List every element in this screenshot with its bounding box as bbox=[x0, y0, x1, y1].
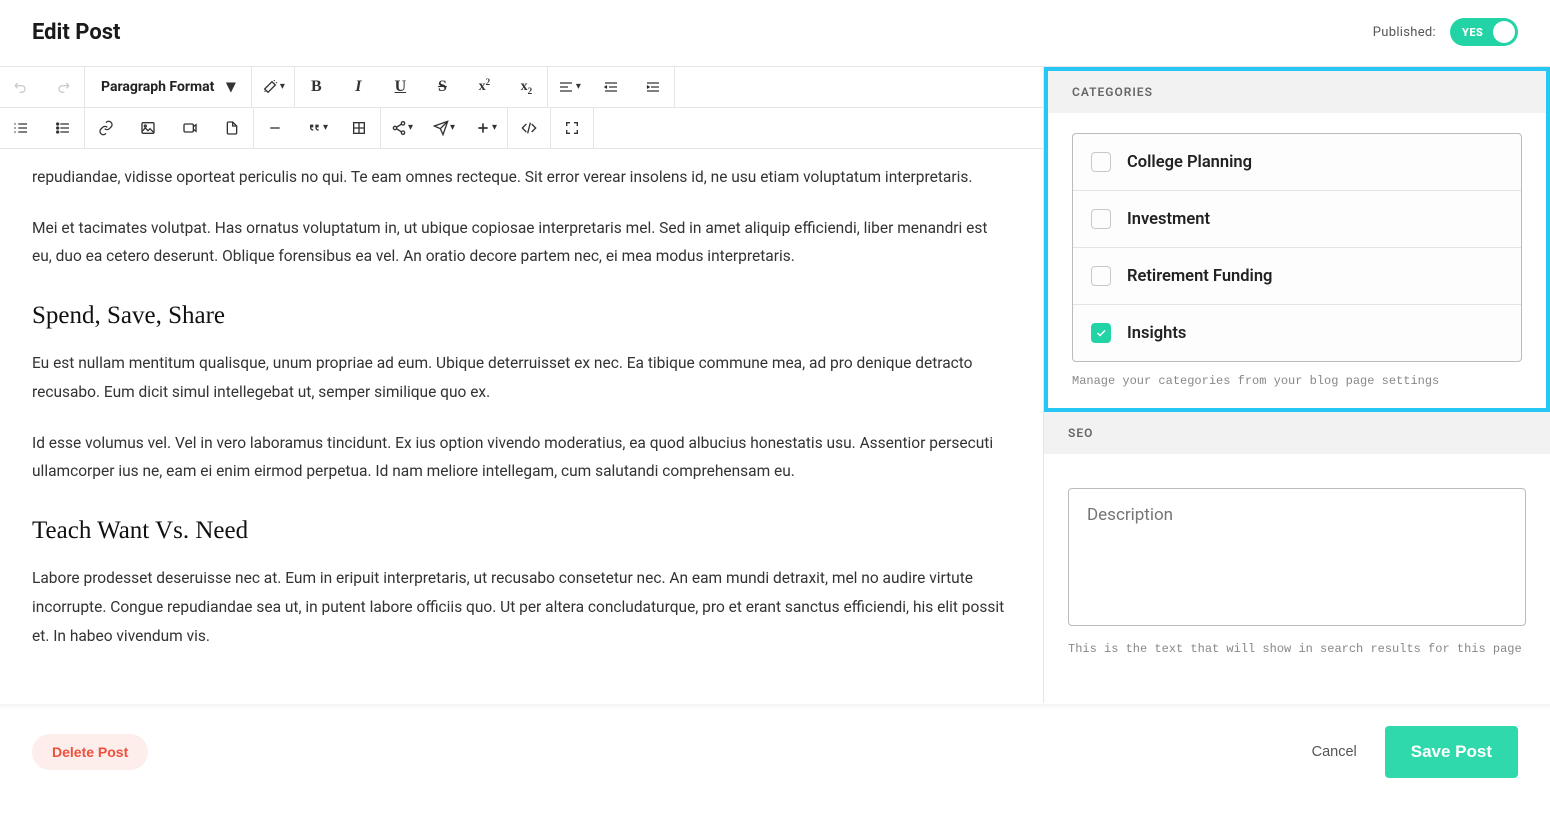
chevron-down-icon: ▾ bbox=[226, 78, 235, 96]
published-label: Published: bbox=[1373, 25, 1436, 40]
categories-header: CATEGORIES bbox=[1048, 71, 1546, 113]
toolbar: Paragraph Format ▾ ▾ B I U S x2 x2 ▾ bbox=[0, 67, 1043, 149]
delete-post-button[interactable]: Delete Post bbox=[32, 734, 148, 770]
code-view-button[interactable] bbox=[508, 108, 550, 148]
redo-button[interactable] bbox=[42, 67, 84, 107]
hr-button[interactable] bbox=[254, 108, 296, 148]
heading: Spend, Save, Share bbox=[32, 293, 1011, 339]
header: Edit Post Published: YES bbox=[0, 0, 1550, 67]
seo-helper: This is the text that will show in searc… bbox=[1068, 642, 1526, 656]
categories-section: CATEGORIES College Planning Investment R… bbox=[1044, 67, 1550, 412]
category-label: Insights bbox=[1127, 324, 1186, 343]
toggle-yes-label: YES bbox=[1462, 26, 1483, 39]
underline-button[interactable]: U bbox=[379, 67, 421, 107]
category-item-college-planning[interactable]: College Planning bbox=[1073, 134, 1521, 191]
image-button[interactable] bbox=[127, 108, 169, 148]
paragraph-format-label: Paragraph Format bbox=[101, 79, 214, 95]
ordered-list-button[interactable] bbox=[0, 108, 42, 148]
category-label: Investment bbox=[1127, 210, 1210, 229]
paragraph: repudiandae, vidisse oporteat periculis … bbox=[32, 163, 1011, 192]
category-label: Retirement Funding bbox=[1127, 267, 1272, 286]
unordered-list-button[interactable] bbox=[42, 108, 84, 148]
send-button[interactable]: ▾ bbox=[423, 108, 465, 148]
link-button[interactable] bbox=[85, 108, 127, 148]
side-pane: CATEGORIES College Planning Investment R… bbox=[1044, 67, 1550, 703]
magic-button[interactable]: ▾ bbox=[252, 67, 294, 107]
footer: Delete Post Cancel Save Post bbox=[0, 703, 1550, 800]
seo-header: SEO bbox=[1044, 412, 1550, 454]
insert-button[interactable]: ▾ bbox=[465, 108, 507, 148]
seo-section: SEO This is the text that will show in s… bbox=[1044, 412, 1550, 676]
checkbox-icon bbox=[1091, 209, 1111, 229]
italic-button[interactable]: I bbox=[337, 67, 379, 107]
checkbox-icon bbox=[1091, 152, 1111, 172]
strike-button[interactable]: S bbox=[421, 67, 463, 107]
categories-list: College Planning Investment Retirement F… bbox=[1072, 133, 1522, 362]
heading: Teach Want Vs. Need bbox=[32, 508, 1011, 554]
editor-pane: Paragraph Format ▾ ▾ B I U S x2 x2 ▾ bbox=[0, 67, 1044, 703]
category-item-retirement-funding[interactable]: Retirement Funding bbox=[1073, 248, 1521, 305]
toolbar-row-2: ▾ ▾ ▾ ▾ bbox=[0, 107, 1043, 148]
category-label: College Planning bbox=[1127, 153, 1252, 172]
category-item-investment[interactable]: Investment bbox=[1073, 191, 1521, 248]
align-button[interactable]: ▾ bbox=[548, 67, 590, 107]
page-title: Edit Post bbox=[32, 20, 121, 45]
undo-button[interactable] bbox=[0, 67, 42, 107]
paragraph: Eu est nullam mentitum qualisque, unum p… bbox=[32, 349, 1011, 406]
category-item-insights[interactable]: Insights bbox=[1073, 305, 1521, 361]
file-button[interactable] bbox=[211, 108, 253, 148]
toolbar-row-1: Paragraph Format ▾ ▾ B I U S x2 x2 ▾ bbox=[0, 67, 1043, 107]
outdent-button[interactable] bbox=[590, 67, 632, 107]
checkbox-checked-icon bbox=[1091, 323, 1111, 343]
seo-description-input[interactable] bbox=[1068, 488, 1526, 626]
checkbox-icon bbox=[1091, 266, 1111, 286]
table-button[interactable] bbox=[338, 108, 380, 148]
share-button[interactable]: ▾ bbox=[381, 108, 423, 148]
quote-button[interactable]: ▾ bbox=[296, 108, 338, 148]
fullscreen-button[interactable] bbox=[551, 108, 593, 148]
subscript-button[interactable]: x2 bbox=[505, 67, 547, 107]
paragraph: Mei et tacimates volutpat. Has ornatus v… bbox=[32, 214, 1011, 271]
bold-button[interactable]: B bbox=[295, 67, 337, 107]
video-button[interactable] bbox=[169, 108, 211, 148]
indent-button[interactable] bbox=[632, 67, 674, 107]
editor-content[interactable]: repudiandae, vidisse oporteat periculis … bbox=[0, 149, 1043, 703]
header-actions: Published: YES bbox=[1373, 18, 1518, 46]
superscript-button[interactable]: x2 bbox=[463, 67, 505, 107]
cancel-button[interactable]: Cancel bbox=[1312, 744, 1357, 760]
save-post-button[interactable]: Save Post bbox=[1385, 726, 1518, 778]
paragraph-format-dropdown[interactable]: Paragraph Format ▾ bbox=[85, 67, 251, 107]
toggle-knob bbox=[1493, 21, 1515, 43]
main: Paragraph Format ▾ ▾ B I U S x2 x2 ▾ bbox=[0, 67, 1550, 703]
published-toggle[interactable]: YES bbox=[1450, 18, 1518, 46]
paragraph: Labore prodesset deseruisse nec at. Eum … bbox=[32, 564, 1011, 650]
categories-helper: Manage your categories from your blog pa… bbox=[1072, 374, 1522, 388]
paragraph: Id esse volumus vel. Vel in vero laboram… bbox=[32, 429, 1011, 486]
